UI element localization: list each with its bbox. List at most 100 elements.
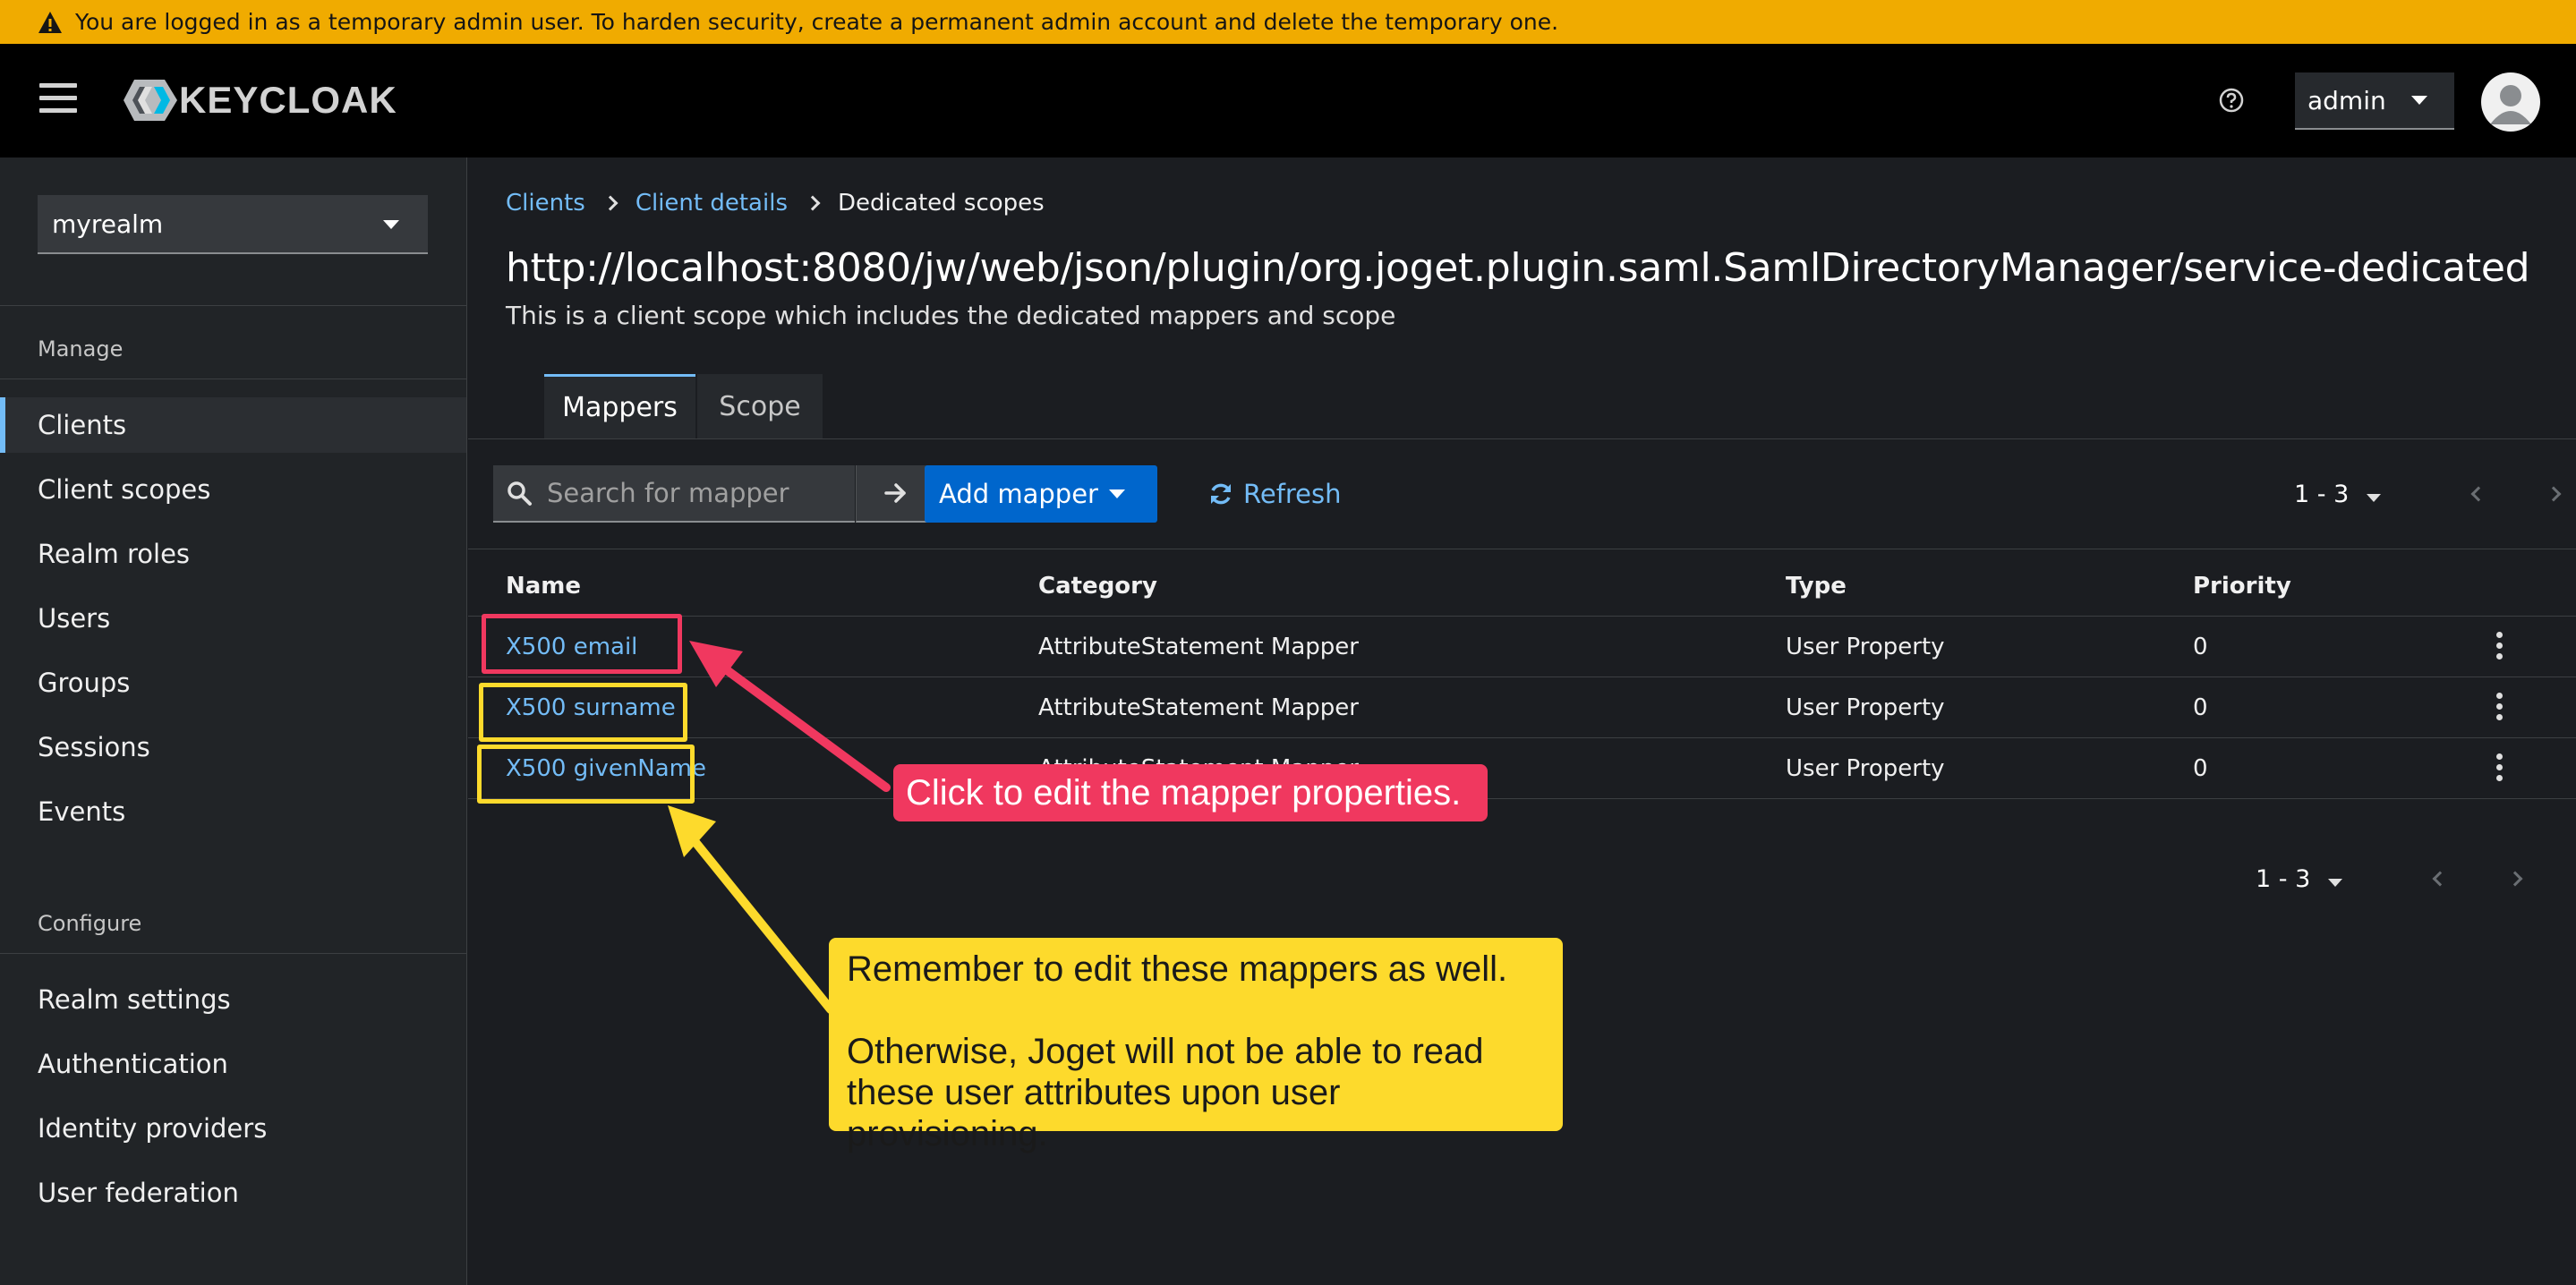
- sidebar-item-events[interactable]: Events: [0, 784, 466, 839]
- help-icon[interactable]: [2218, 87, 2245, 114]
- column-header-priority[interactable]: Priority: [2193, 573, 2291, 600]
- pagination-top: 1 - 3: [2294, 476, 2562, 512]
- sidebar-item-label: Realm roles: [38, 539, 191, 569]
- sidebar-item-label: User federation: [38, 1178, 239, 1208]
- tab-scope[interactable]: Scope: [697, 374, 823, 438]
- refresh-label: Refresh: [1243, 479, 1342, 509]
- page-title: http://localhost:8080/jw/web/json/plugin…: [506, 245, 2530, 291]
- sidebar-item-realm-roles[interactable]: Realm roles: [0, 526, 466, 582]
- nav-section-manage: Manage: [38, 336, 124, 362]
- divider: [0, 305, 467, 306]
- realm-name: myrealm: [52, 208, 164, 239]
- sidebar-item-label: Clients: [38, 410, 127, 440]
- chevron-right-icon: [602, 195, 618, 211]
- chevron-right-icon[interactable]: [2507, 871, 2523, 887]
- kebab-menu-icon[interactable]: [2496, 632, 2503, 664]
- logo-text: KEYCLOAK: [179, 79, 397, 121]
- annotation-text: Otherwise, Joget will not be able to rea…: [847, 1032, 1484, 1153]
- mapper-priority: 0: [2193, 694, 2208, 721]
- sidebar-item-label: Client scopes: [38, 474, 211, 505]
- hamburger-menu-icon[interactable]: [39, 83, 77, 115]
- kebab-menu-icon[interactable]: [2496, 753, 2503, 786]
- caret-down-icon: [1109, 489, 1125, 498]
- mapper-type: User Property: [1786, 634, 1945, 660]
- annotation-callout-red: Click to edit the mapper properties.: [893, 764, 1488, 821]
- caret-down-icon: [2411, 96, 2427, 105]
- sidebar-item-sessions[interactable]: Sessions: [0, 719, 466, 775]
- breadcrumb: Clients Client details Dedicated scopes: [506, 190, 1045, 217]
- sidebar-item-label: Events: [38, 796, 126, 827]
- search-icon: [508, 481, 532, 506]
- mapper-priority: 0: [2193, 634, 2208, 660]
- sidebar: myrealm Manage Clients Client scopes Rea…: [0, 157, 467, 1285]
- sidebar-item-clients[interactable]: Clients: [0, 397, 466, 453]
- keycloak-logo[interactable]: KEYCLOAK: [124, 78, 397, 123]
- breadcrumb-clients[interactable]: Clients: [506, 190, 585, 217]
- sidebar-item-label: Sessions: [38, 732, 150, 762]
- masthead: KEYCLOAK admin: [0, 44, 2576, 157]
- mapper-type: User Property: [1786, 755, 1945, 782]
- search-input[interactable]: [545, 477, 814, 509]
- divider: [468, 438, 2576, 439]
- banner-text: You are logged in as a temporary admin u…: [75, 9, 1559, 35]
- sidebar-item-label: Realm settings: [38, 984, 231, 1015]
- chevron-left-icon[interactable]: [2470, 486, 2486, 502]
- search-submit-button[interactable]: [856, 465, 934, 523]
- page-description: This is a client scope which includes th…: [506, 301, 1396, 330]
- chevron-left-icon[interactable]: [2432, 871, 2448, 887]
- column-header-category[interactable]: Category: [1038, 573, 1157, 600]
- mapper-priority: 0: [2193, 755, 2208, 782]
- warning-icon: [38, 11, 62, 33]
- chevron-right-icon: [805, 195, 821, 211]
- chevron-right-icon[interactable]: [2546, 486, 2562, 502]
- highlight-box-red: [482, 614, 682, 674]
- sidebar-item-label: Groups: [38, 668, 131, 698]
- sidebar-item-authentication[interactable]: Authentication: [0, 1036, 466, 1092]
- caret-down-icon: [383, 220, 399, 229]
- mapper-category: AttributeStatement Mapper: [1038, 634, 1359, 660]
- refresh-button[interactable]: Refresh: [1207, 465, 1342, 523]
- breadcrumb-current: Dedicated scopes: [837, 190, 1045, 217]
- pagination-toggle[interactable]: 1 - 3: [2256, 864, 2343, 893]
- sidebar-item-label: Identity providers: [38, 1113, 268, 1144]
- sidebar-item-label: Users: [38, 603, 111, 634]
- divider: [468, 616, 2576, 617]
- column-header-name[interactable]: Name: [506, 573, 581, 600]
- pagination-range: 1 - 3: [2256, 864, 2311, 893]
- caret-down-icon: [2367, 493, 2382, 502]
- avatar[interactable]: [2481, 72, 2540, 132]
- mapper-type: User Property: [1786, 694, 1945, 721]
- pagination-bottom: 1 - 3: [2256, 861, 2523, 897]
- kebab-menu-icon[interactable]: [2496, 693, 2503, 725]
- divider: [468, 798, 2576, 799]
- column-header-type[interactable]: Type: [1786, 573, 1847, 600]
- search-box: [493, 465, 855, 523]
- caret-down-icon: [2328, 878, 2343, 887]
- nav-section-configure: Configure: [38, 911, 142, 936]
- warning-banner: You are logged in as a temporary admin u…: [0, 0, 2576, 44]
- highlight-box-yellow: [477, 745, 695, 804]
- pagination-range: 1 - 3: [2294, 480, 2350, 508]
- sidebar-item-users[interactable]: Users: [0, 591, 466, 646]
- breadcrumb-client-details[interactable]: Client details: [635, 190, 788, 217]
- add-mapper-button[interactable]: Add mapper: [925, 465, 1157, 523]
- highlight-box-yellow: [479, 683, 687, 742]
- mapper-category: AttributeStatement Mapper: [1038, 694, 1359, 721]
- sidebar-item-realm-settings[interactable]: Realm settings: [0, 972, 466, 1027]
- sidebar-item-client-scopes[interactable]: Client scopes: [0, 462, 466, 517]
- sidebar-item-label: Authentication: [38, 1049, 228, 1079]
- sidebar-item-user-federation[interactable]: User federation: [0, 1165, 466, 1221]
- user-avatar-icon: [2490, 85, 2531, 124]
- divider: [468, 737, 2576, 738]
- user-dropdown[interactable]: admin: [2295, 72, 2454, 130]
- tab-mappers[interactable]: Mappers: [544, 374, 695, 438]
- add-mapper-label: Add mapper: [939, 479, 1098, 509]
- sidebar-item-groups[interactable]: Groups: [0, 655, 466, 711]
- keycloak-logo-icon: [124, 80, 177, 121]
- refresh-icon: [1211, 483, 1231, 505]
- sidebar-item-identity-providers[interactable]: Identity providers: [0, 1101, 466, 1156]
- annotation-callout-yellow: Remember to edit these mappers as well. …: [829, 938, 1563, 1153]
- pagination-toggle[interactable]: 1 - 3: [2294, 480, 2382, 508]
- arrow-right-icon: [883, 483, 906, 503]
- realm-selector[interactable]: myrealm: [38, 195, 428, 254]
